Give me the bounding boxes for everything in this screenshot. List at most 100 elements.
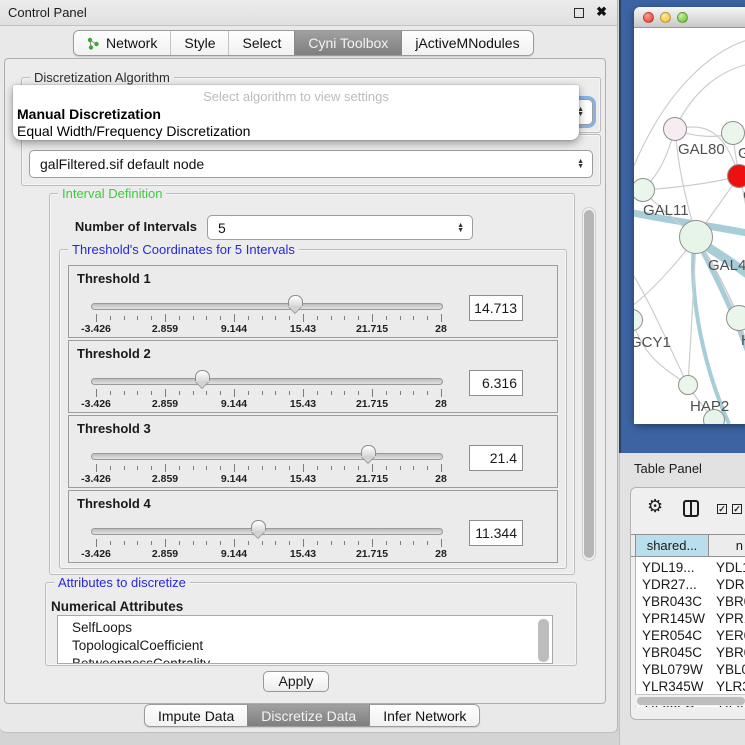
tick-label: 21.715 [356, 398, 388, 410]
column-header-name[interactable]: n [710, 535, 745, 556]
tab-cyni-toolbox[interactable]: Cyni Toolbox [294, 31, 401, 55]
tick-label: 2.859 [152, 398, 178, 410]
tick-mark [220, 541, 221, 545]
tab-infer-network[interactable]: Infer Network [369, 705, 479, 726]
network-view-window: GAL80GCGAL11GAL4HGCY1HAP2 [634, 7, 745, 424]
tab-cyni-toolbox-label: Cyni Toolbox [308, 35, 388, 51]
table-row[interactable]: YBR043CYBR0 [636, 593, 745, 610]
tab-jactivemnodules[interactable]: jActiveMNodules [401, 31, 532, 55]
tick-mark [206, 541, 207, 545]
cell-shared-name: YDR27... [642, 576, 697, 593]
tick-mark [248, 466, 249, 470]
slider-track[interactable] [91, 528, 443, 535]
cell-shared-name: YLR345W [642, 678, 704, 695]
tick-mark [124, 541, 125, 545]
thresholds-group: Threshold's Coordinates for 5 Intervals … [59, 249, 567, 569]
table-row[interactable]: YBL079WYBL0 [636, 661, 745, 678]
mac-zoom-icon[interactable] [677, 12, 688, 23]
interval-definition-label: Interval Definition [58, 186, 166, 201]
table-hscroll-thumb[interactable] [637, 697, 745, 705]
numerical-attributes-list[interactable]: SelfLoops TopologicalCoefficient Betweenne… [57, 615, 553, 664]
interval-scrollbar[interactable] [582, 207, 596, 561]
tick-mark [372, 389, 373, 397]
column-layout-icon[interactable] [683, 500, 699, 517]
attribute-list-item[interactable]: BetweennessCentrality [72, 656, 210, 664]
attribute-list-item[interactable]: SelfLoops [72, 620, 132, 635]
tick-mark [331, 391, 332, 395]
network-node[interactable] [663, 117, 687, 141]
threshold-value-field[interactable]: 11.344 [469, 520, 523, 546]
tick-mark [110, 466, 111, 470]
slider-track[interactable] [91, 453, 443, 460]
slider-track[interactable] [91, 303, 443, 310]
threshold-value-field[interactable]: 6.316 [469, 370, 523, 396]
tick-mark [151, 316, 152, 320]
tab-impute-data[interactable]: Impute Data [145, 705, 247, 726]
tick-mark [427, 541, 428, 545]
table-row[interactable]: YBR045CYBR0 [636, 644, 745, 661]
network-node[interactable] [726, 305, 745, 331]
tick-mark [124, 466, 125, 470]
tick-label: 28 [435, 548, 447, 560]
network-node[interactable] [721, 121, 745, 145]
control-panel-window: Control Panel ✖ Network Style Select Cyn… [0, 0, 618, 733]
threshold-label: Threshold 2 [77, 346, 151, 361]
slider-tick-labels: -3.4262.8599.14415.4321.71528 [96, 548, 441, 560]
close-icon[interactable]: ✖ [596, 4, 607, 20]
slider-track[interactable] [91, 378, 443, 385]
apply-button[interactable]: Apply [263, 671, 329, 692]
threshold-value-field[interactable]: 21.4 [469, 445, 523, 471]
mac-close-icon[interactable] [643, 12, 654, 23]
checkbox-icon[interactable]: ✓ [717, 504, 727, 514]
dropdown-option-equal-width[interactable]: Equal Width/Frequency Discretization [17, 123, 250, 139]
table-row[interactable]: YDR27...YDR2 [636, 576, 745, 593]
network-node[interactable] [727, 164, 745, 188]
slider-ticks [96, 314, 441, 323]
table-row[interactable]: YLR345WYLR3 [636, 678, 745, 695]
tab-network[interactable]: Network [74, 31, 170, 55]
column-header-shared-name[interactable]: shared... [635, 535, 709, 556]
tick-mark [206, 466, 207, 470]
table-row[interactable]: YDL19...YDL1 [636, 559, 745, 576]
float-window-icon[interactable] [574, 8, 584, 18]
tick-label: 28 [435, 323, 447, 335]
table-horizontal-scrollbar[interactable] [635, 694, 745, 706]
network-node[interactable] [703, 409, 725, 424]
dropdown-option-manual[interactable]: Manual Discretization [17, 106, 161, 122]
tick-label: 15.43 [290, 323, 316, 335]
tab-style[interactable]: Style [170, 31, 228, 55]
table-row[interactable]: YPR145WYPR1 [636, 610, 745, 627]
network-canvas[interactable]: GAL80GCGAL11GAL4HGCY1HAP2 [634, 28, 745, 424]
tab-network-label: Network [106, 35, 157, 51]
tick-label: 15.43 [290, 398, 316, 410]
attribute-list-item[interactable]: TopologicalCoefficient [72, 638, 203, 653]
tick-mark [386, 391, 387, 395]
network-node-label: GAL4 [708, 257, 745, 274]
attributes-scrollbar-thumb[interactable] [538, 619, 549, 662]
mac-minimize-icon[interactable] [660, 12, 671, 23]
number-of-intervals-combobox[interactable]: 5 ▲▼ [207, 215, 473, 240]
tick-mark [400, 541, 401, 545]
number-of-intervals-label: Number of Intervals [65, 219, 197, 234]
tab-select[interactable]: Select [228, 31, 294, 55]
threshold-panel: Threshold 2-3.4262.8599.14415.4321.71528… [68, 340, 558, 413]
table-row[interactable]: YER054CYER0 [636, 627, 745, 644]
network-node[interactable] [679, 220, 713, 254]
cell-shared-name: YBL079W [642, 661, 703, 678]
network-node[interactable] [678, 375, 698, 395]
tick-mark [179, 391, 180, 395]
gear-icon[interactable]: ⚙ [647, 496, 663, 517]
combo-stepper-icon: ▲▼ [577, 159, 584, 169]
tick-mark [124, 316, 125, 320]
top-tab-bar: Network Style Select Cyni Toolbox jActiv… [73, 30, 534, 56]
threshold-value-field[interactable]: 14.713 [469, 295, 523, 321]
interval-scrollbar-thumb[interactable] [584, 210, 594, 558]
tab-discretize-data[interactable]: Discretize Data [247, 705, 369, 726]
table-data-combobox[interactable]: galFiltered.sif default node ▲▼ [29, 150, 593, 178]
slider-ticks [96, 389, 441, 398]
slider-thumb[interactable] [288, 295, 303, 306]
checkbox-icon[interactable]: ✓ [732, 504, 742, 514]
slider-thumb[interactable] [361, 445, 376, 456]
slider-thumb[interactable] [251, 520, 266, 531]
slider-thumb[interactable] [195, 370, 210, 381]
